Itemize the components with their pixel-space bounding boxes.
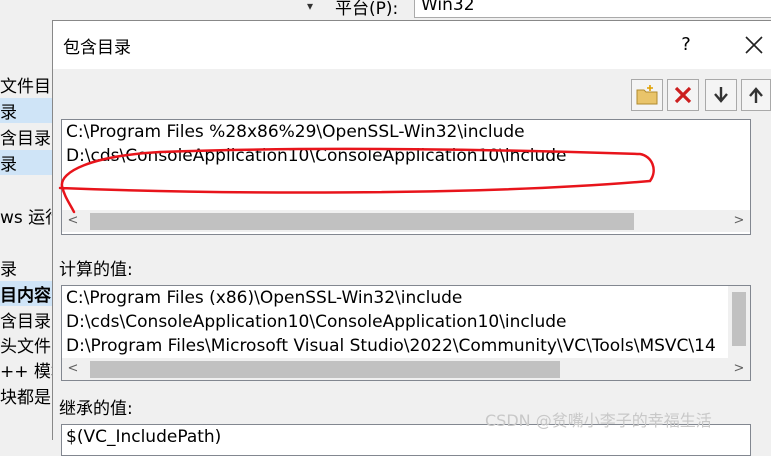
watermark: CSDN @贫嘴小李子的幸福生活	[485, 411, 712, 430]
property-tree-item[interactable]: 目内容	[0, 281, 52, 306]
inherited-values-label: 继承的值:	[59, 399, 133, 419]
list-item[interactable]: C:\Program Files %28x86%29\OpenSSL-Win32…	[66, 122, 525, 142]
scroll-right-icon[interactable]: >	[728, 358, 750, 380]
arrow-down-icon	[714, 87, 728, 103]
help-button[interactable]: ?	[668, 31, 704, 59]
chevron-down-icon[interactable]: ▾	[300, 0, 320, 16]
list-item: C:\Program Files (x86)\OpenSSL-Win32\inc…	[66, 288, 463, 308]
new-folder-icon	[636, 85, 658, 105]
property-tree-item[interactable]: 录	[0, 98, 52, 123]
include-dirs-list[interactable]: C:\Program Files %28x86%29\OpenSSL-Win32…	[61, 119, 751, 235]
arrow-up-icon	[749, 87, 763, 103]
dialog-title: 包含目录	[63, 38, 131, 58]
list-item: $(VC_IncludePath)	[66, 427, 222, 447]
computed-values-list: C:\Program Files (x86)\OpenSSL-Win32\inc…	[61, 285, 751, 381]
platform-label: 平台(P):	[335, 0, 399, 19]
close-button[interactable]	[736, 31, 771, 59]
move-up-button[interactable]	[741, 79, 771, 111]
property-tree: 文件目 录 含目录 录 ws 运行 录 目内容 含目录 头文件 ++ 模块 块都…	[0, 20, 53, 439]
property-tree-item[interactable]: ++ 模块	[0, 357, 52, 382]
scroll-left-icon[interactable]: <	[62, 210, 84, 232]
dialog-titlebar: 包含目录 ?	[53, 21, 771, 69]
list-item: D:\cds\ConsoleApplication10\ConsoleAppli…	[66, 312, 567, 332]
vertical-scrollbar[interactable]	[728, 286, 750, 358]
property-tree-item[interactable]: ws 运行	[0, 203, 52, 228]
property-tree-item[interactable]: 含目录	[0, 307, 51, 332]
scrollbar-thumb[interactable]	[732, 292, 746, 346]
scrollbar-thumb[interactable]	[90, 213, 634, 230]
scroll-right-icon[interactable]: >	[728, 210, 750, 232]
horizontal-scrollbar[interactable]: < >	[62, 358, 750, 380]
delete-line-button[interactable]	[667, 79, 699, 111]
property-tree-item[interactable]: 文件目	[0, 72, 51, 97]
scroll-left-icon[interactable]: <	[62, 358, 84, 380]
delete-icon	[674, 86, 692, 104]
property-toolbar: ▾ 平台(P): Win32	[0, 0, 771, 20]
new-line-button[interactable]	[631, 79, 663, 111]
property-tree-item[interactable]: 头文件	[0, 332, 51, 357]
computed-values-label: 计算的值:	[59, 260, 133, 280]
platform-select[interactable]: Win32	[414, 0, 771, 18]
list-item[interactable]: D:\cds\ConsoleApplication10\ConsoleAppli…	[66, 146, 567, 166]
horizontal-scrollbar[interactable]: < >	[62, 210, 750, 232]
scrollbar-thumb[interactable]	[90, 361, 560, 378]
property-tree-item[interactable]: 含目录	[0, 124, 51, 149]
property-tree-item[interactable]: 录	[0, 255, 17, 280]
move-down-button[interactable]	[705, 79, 737, 111]
close-icon	[745, 36, 763, 54]
property-tree-item[interactable]: 录	[0, 150, 52, 175]
list-item: D:\Program Files\Microsoft Visual Studio…	[66, 336, 716, 356]
include-directories-dialog: 包含目录 ? C:\Program Files %28x86%29\OpenSS…	[52, 20, 771, 456]
property-tree-item[interactable]: 块都是	[0, 383, 51, 408]
